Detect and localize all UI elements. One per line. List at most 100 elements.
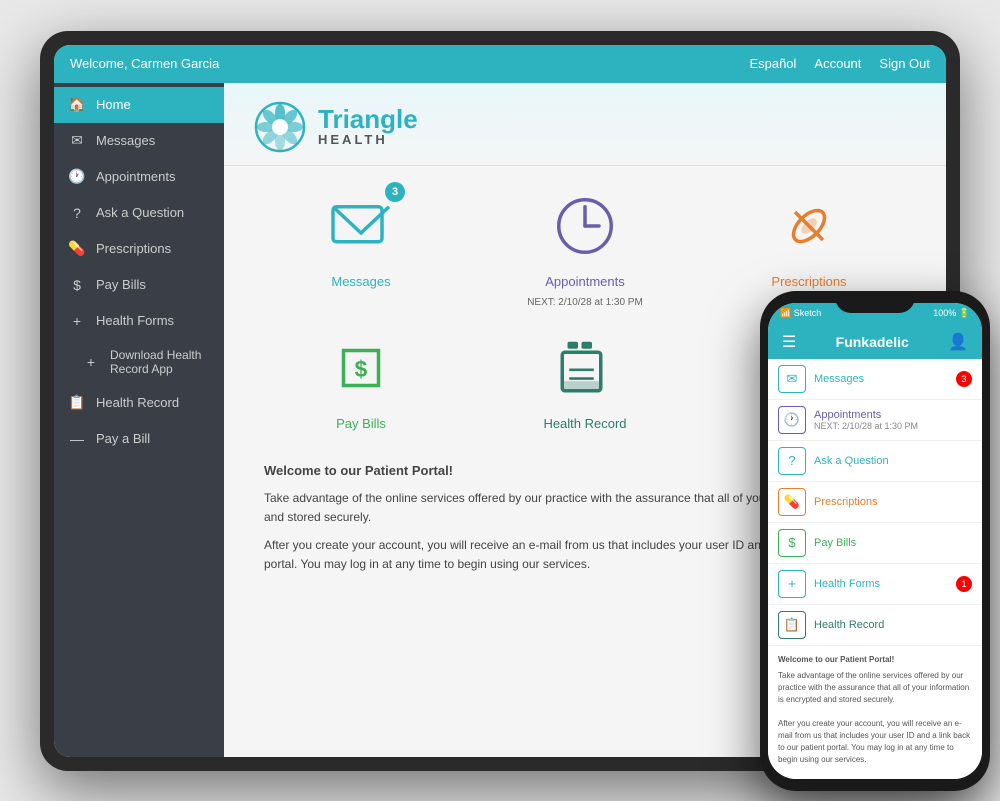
phone-header: ☰ Funkadelic 👤 xyxy=(768,325,982,359)
phone-messages-text: Messages xyxy=(814,373,948,385)
phone-welcome-p1: Take advantage of the online services of… xyxy=(778,670,972,706)
sidebar-item-payabill[interactable]: — Pay a Bill xyxy=(54,421,224,457)
sidebar-label-appointments: Appointments xyxy=(96,169,176,184)
prescriptions-label: Prescriptions xyxy=(771,274,846,289)
sidebar-label-payabill: Pay a Bill xyxy=(96,431,150,446)
phone-prescriptions-icon: 💊 xyxy=(778,488,806,516)
icon-appointments[interactable]: Appointments NEXT: 2/10/28 at 1:30 PM xyxy=(488,186,682,308)
signout-link[interactable]: Sign Out xyxy=(879,56,930,71)
sidebar-label-paybills: Pay Bills xyxy=(96,277,146,292)
triangle-health-logo-icon xyxy=(254,101,306,153)
medfusion-logo: medfusiOn xyxy=(768,774,982,779)
healthrecord-icon-box xyxy=(545,328,625,408)
phone-overlay: 📶 Sketch 100% 🔋 ☰ Funkadelic 👤 ✉ Message… xyxy=(760,291,990,791)
phone-item-ask[interactable]: ? Ask a Question xyxy=(768,441,982,482)
phone-paybills-label: Pay Bills xyxy=(814,537,972,549)
messages-badge: 3 xyxy=(385,182,405,202)
icon-healthrecord[interactable]: Health Record xyxy=(488,328,682,431)
phone-appointments-label: Appointments xyxy=(814,409,972,421)
appointments-label: Appointments xyxy=(545,274,625,289)
phone-menu-icon[interactable]: ☰ xyxy=(782,332,796,352)
phone-welcome: Welcome to our Patient Portal! Take adva… xyxy=(768,646,982,774)
appointments-svg-icon xyxy=(550,191,620,261)
phone-healthforms-text: Health Forms xyxy=(814,578,948,590)
sidebar-label-healthforms: Health Forms xyxy=(96,313,174,328)
record-icon: 📋 xyxy=(68,394,86,412)
paybills-icon-box: $ xyxy=(321,328,401,408)
home-icon: 🏠 xyxy=(68,96,86,114)
top-bar: Welcome, Carmen Garcia Español Account S… xyxy=(54,45,946,83)
healthrecord-label: Health Record xyxy=(543,416,626,431)
icon-prescriptions[interactable]: Prescriptions xyxy=(712,186,906,308)
phone-screen: 📶 Sketch 100% 🔋 ☰ Funkadelic 👤 ✉ Message… xyxy=(768,303,982,779)
sidebar-item-ask[interactable]: ? Ask a Question xyxy=(54,195,224,231)
phone-healthrecord-text: Health Record xyxy=(814,619,972,631)
prescriptions-svg-icon xyxy=(774,191,844,261)
welcome-text: Welcome, Carmen Garcia xyxy=(70,56,219,71)
phone-healthforms-badge: 1 xyxy=(956,576,972,592)
sidebar-label-ask: Ask a Question xyxy=(96,205,184,220)
content-header: Triangle HEALTH xyxy=(224,83,946,166)
phone-healthforms-icon: + xyxy=(778,570,806,598)
phone-ask-icon: ? xyxy=(778,447,806,475)
sidebar-item-messages[interactable]: ✉ Messages xyxy=(54,123,224,159)
sidebar-label-healthrecord: Health Record xyxy=(96,395,179,410)
sidebar-label-messages: Messages xyxy=(96,133,155,148)
phone-healthrecord-icon: 📋 xyxy=(778,611,806,639)
logo-name: Triangle xyxy=(318,106,418,132)
sidebar-item-healthrecord[interactable]: 📋 Health Record xyxy=(54,385,224,421)
logo-area: Triangle HEALTH xyxy=(254,101,916,153)
phone-status-right: 100% 🔋 xyxy=(933,308,970,319)
dollar-icon: $ xyxy=(68,276,86,294)
sidebar-item-download[interactable]: + Download Health Record App xyxy=(54,339,224,385)
icon-paybills[interactable]: $ Pay Bills xyxy=(264,328,458,431)
sidebar-label-home: Home xyxy=(96,97,131,112)
messages-svg-icon xyxy=(326,191,396,261)
phone-frame: 📶 Sketch 100% 🔋 ☰ Funkadelic 👤 ✉ Message… xyxy=(760,291,990,791)
sidebar-item-appointments[interactable]: 🕐 Appointments xyxy=(54,159,224,195)
sidebar-label-download: Download Health Record App xyxy=(110,348,210,376)
phone-messages-label: Messages xyxy=(814,373,948,385)
phone-notch xyxy=(835,291,915,313)
phone-title: Funkadelic xyxy=(836,334,909,350)
icon-messages[interactable]: 3 Messages xyxy=(264,186,458,308)
appointments-icon-box xyxy=(545,186,625,266)
prescriptions-icon: 💊 xyxy=(68,240,86,258)
logo-text: Triangle HEALTH xyxy=(318,106,418,147)
phone-paybills-text: Pay Bills xyxy=(814,537,972,549)
phone-prescriptions-text: Prescriptions xyxy=(814,496,972,508)
sidebar-item-home[interactable]: 🏠 Home xyxy=(54,87,224,123)
phone-appointments-icon: 🕐 xyxy=(778,406,806,434)
healthrecord-svg-icon xyxy=(550,333,620,403)
prescriptions-icon-box xyxy=(769,186,849,266)
svg-text:$: $ xyxy=(355,355,368,381)
download-icon: + xyxy=(82,353,100,371)
phone-item-messages[interactable]: ✉ Messages 3 xyxy=(768,359,982,400)
phone-messages-icon: ✉ xyxy=(778,365,806,393)
account-link[interactable]: Account xyxy=(814,56,861,71)
ask-icon: ? xyxy=(68,204,86,222)
phone-item-appointments[interactable]: 🕐 Appointments NEXT: 2/10/28 at 1:30 PM xyxy=(768,400,982,441)
phone-messages-badge: 3 xyxy=(956,371,972,387)
phone-appointments-sub: NEXT: 2/10/28 at 1:30 PM xyxy=(814,421,972,431)
phone-item-paybills[interactable]: $ Pay Bills xyxy=(768,523,982,564)
sidebar-item-prescriptions[interactable]: 💊 Prescriptions xyxy=(54,231,224,267)
tablet-frame: Welcome, Carmen Garcia Español Account S… xyxy=(40,31,960,771)
phone-item-healthforms[interactable]: + Health Forms 1 xyxy=(768,564,982,605)
messages-label: Messages xyxy=(331,274,390,289)
phone-item-healthrecord[interactable]: 📋 Health Record xyxy=(768,605,982,646)
sidebar-item-paybills[interactable]: $ Pay Bills xyxy=(54,267,224,303)
phone-appointments-text: Appointments NEXT: 2/10/28 at 1:30 PM xyxy=(814,409,972,431)
sidebar-label-prescriptions: Prescriptions xyxy=(96,241,171,256)
phone-prescriptions-label: Prescriptions xyxy=(814,496,972,508)
espanol-link[interactable]: Español xyxy=(749,56,796,71)
phone-ask-label: Ask a Question xyxy=(814,455,972,467)
logo-subtitle: HEALTH xyxy=(318,132,418,147)
appointments-icon: 🕐 xyxy=(68,168,86,186)
sidebar: 🏠 Home ✉ Messages 🕐 Appointments ? Ask a… xyxy=(54,83,224,757)
phone-user-icon[interactable]: 👤 xyxy=(948,332,968,352)
phone-item-prescriptions[interactable]: 💊 Prescriptions xyxy=(768,482,982,523)
phone-healthforms-label: Health Forms xyxy=(814,578,948,590)
paybills-svg-icon: $ xyxy=(326,333,396,403)
sidebar-item-healthforms[interactable]: + Health Forms xyxy=(54,303,224,339)
